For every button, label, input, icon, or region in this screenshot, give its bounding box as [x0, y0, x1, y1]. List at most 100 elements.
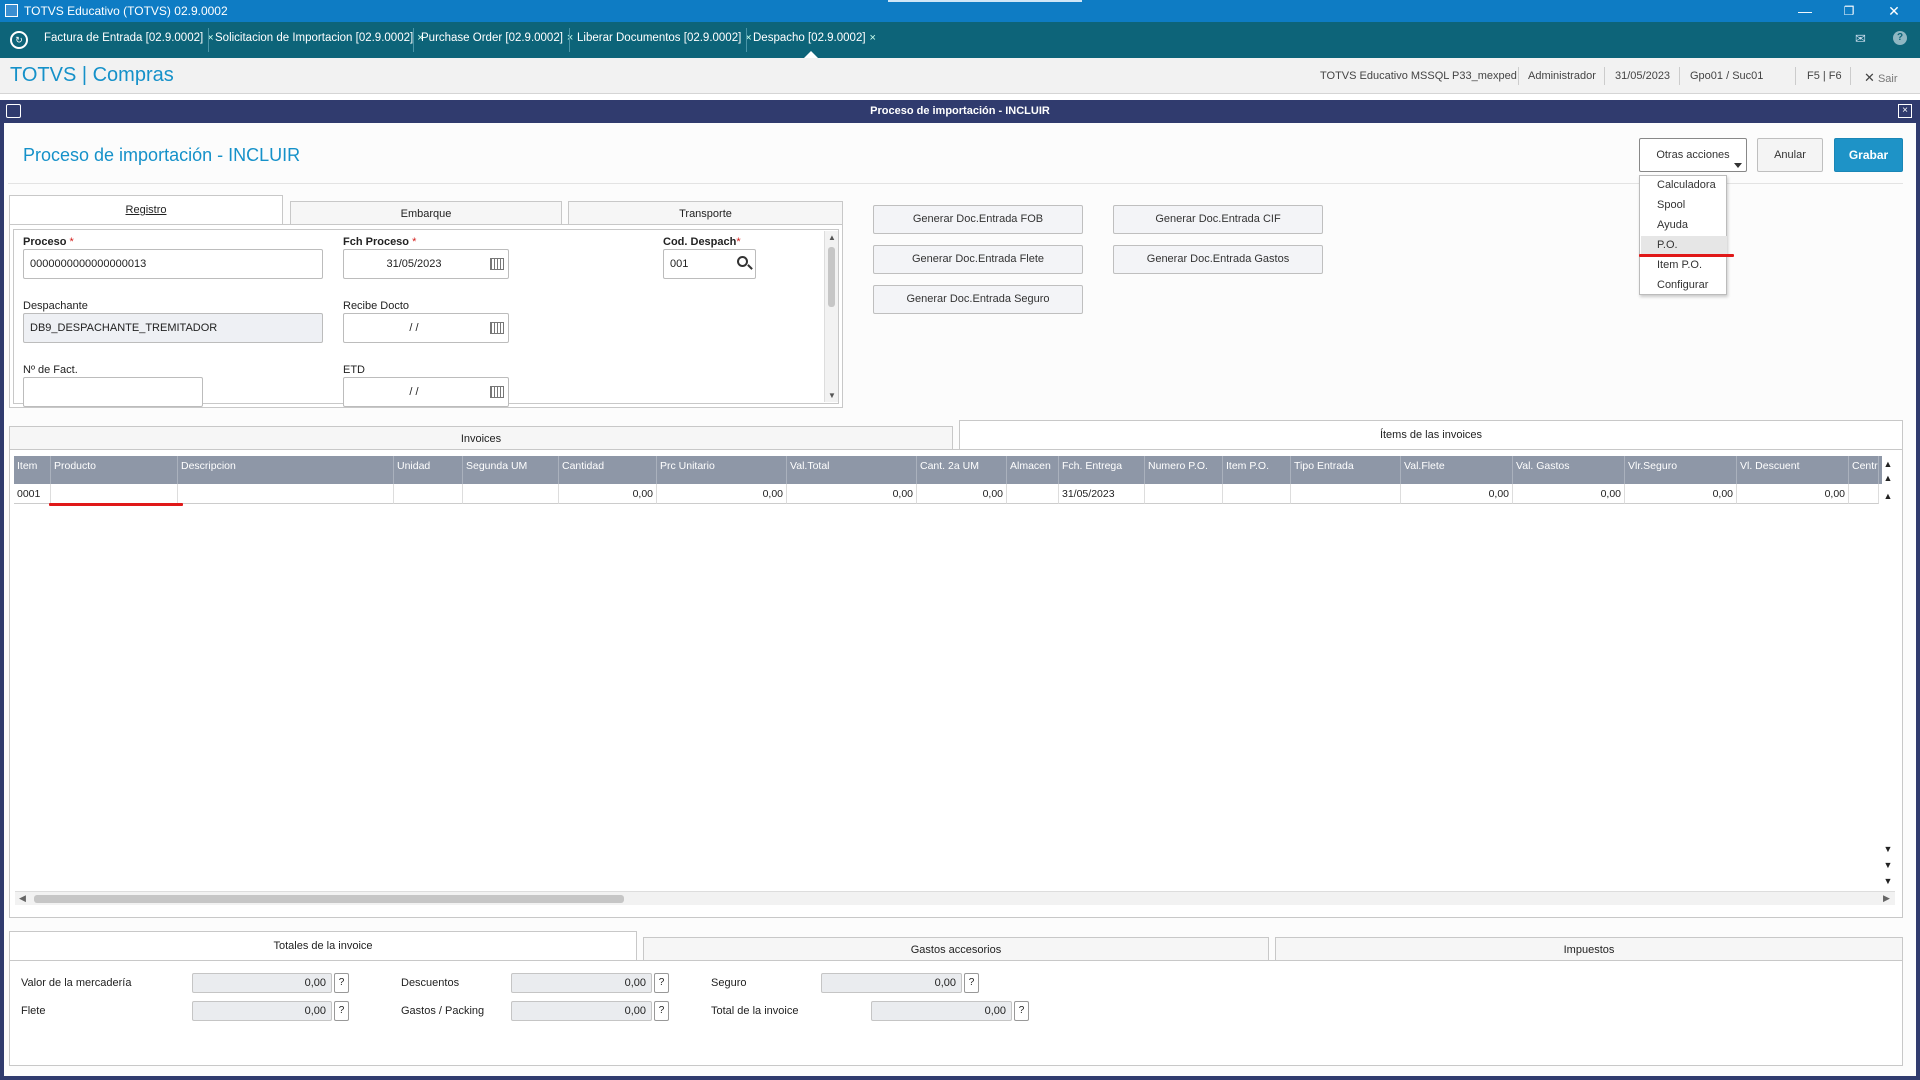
recibe-docto-input[interactable]: / /: [343, 313, 509, 343]
totvs-logo-icon[interactable]: ↻: [10, 31, 28, 49]
table-cell[interactable]: 0,00: [1625, 484, 1737, 504]
table-cell[interactable]: 0,00: [657, 484, 787, 504]
table-cell[interactable]: [463, 484, 559, 504]
valor-mercaderia-help-button[interactable]: ?: [334, 973, 349, 993]
grid-hscrollbar[interactable]: ◀ ▶: [15, 891, 1895, 905]
table-cell[interactable]: [51, 484, 178, 504]
column-header[interactable]: Tipo Entrada: [1291, 456, 1401, 484]
column-header[interactable]: Vl. Descuent: [1737, 456, 1849, 484]
column-header[interactable]: Segunda UM: [463, 456, 559, 484]
total-invoice-help-button[interactable]: ?: [1014, 1001, 1029, 1021]
scroll-down-icon[interactable]: ▼: [828, 391, 836, 400]
table-cell[interactable]: 0,00: [1513, 484, 1625, 504]
table-cell[interactable]: [1145, 484, 1223, 504]
gen-seguro-button[interactable]: Generar Doc.Entrada Seguro: [873, 285, 1083, 314]
tab-solicitacion-importacion[interactable]: Solicitacion de Importacion [02.9.0002] ×: [215, 32, 424, 44]
tab-purchase-order[interactable]: Purchase Order [02.9.0002] ×: [421, 32, 573, 44]
table-cell[interactable]: [178, 484, 394, 504]
grabar-button[interactable]: Grabar: [1834, 138, 1903, 172]
anular-button[interactable]: Anular: [1757, 138, 1823, 172]
column-header[interactable]: Cant. 2a UM: [917, 456, 1007, 484]
fch-proceso-input[interactable]: 31/05/2023: [343, 249, 509, 279]
exit-button[interactable]: ✕ Sair: [1864, 70, 1898, 86]
tab-totales[interactable]: Totales de la invoice: [9, 931, 637, 961]
column-header[interactable]: Val.Flete: [1401, 456, 1513, 484]
scroll-thumb[interactable]: [828, 247, 835, 307]
gen-fob-button[interactable]: Generar Doc.Entrada FOB: [873, 205, 1083, 234]
column-header[interactable]: Centr: [1849, 456, 1879, 484]
table-cell[interactable]: 0,00: [787, 484, 917, 504]
menu-item-spool[interactable]: Spool: [1641, 196, 1727, 216]
calendar-icon[interactable]: [490, 386, 504, 398]
column-header[interactable]: Item P.O.: [1223, 456, 1291, 484]
menu-item-ayuda[interactable]: Ayuda: [1641, 216, 1727, 236]
page-up-icon[interactable]: ▲: [1881, 472, 1895, 485]
close-icon[interactable]: ✕: [1874, 1, 1914, 21]
dialog-close-icon[interactable]: ×: [1898, 104, 1912, 118]
tab-gastos-accesorios[interactable]: Gastos accesorios: [643, 937, 1269, 961]
scroll-up-icon[interactable]: ▲: [828, 233, 836, 242]
gen-flete-button[interactable]: Generar Doc.Entrada Flete: [873, 245, 1083, 274]
gen-cif-button[interactable]: Generar Doc.Entrada CIF: [1113, 205, 1323, 234]
scroll-right-icon[interactable]: ▶: [1883, 893, 1890, 904]
tab-embarque[interactable]: Embarque: [290, 201, 562, 225]
column-header[interactable]: Vlr.Seguro: [1625, 456, 1737, 484]
table-cell[interactable]: 0001: [14, 484, 51, 504]
table-cell[interactable]: 0,00: [1737, 484, 1849, 504]
scroll-left-icon[interactable]: ◀: [19, 893, 26, 904]
calendar-icon[interactable]: [490, 322, 504, 334]
form-scrollbar[interactable]: ▲ ▼: [824, 231, 838, 402]
menu-item-item-po[interactable]: Item P.O.: [1641, 256, 1727, 276]
column-header[interactable]: Val.Total: [787, 456, 917, 484]
calendar-icon[interactable]: [490, 258, 504, 270]
table-cell[interactable]: 0,00: [559, 484, 657, 504]
search-icon[interactable]: [737, 256, 748, 267]
column-header[interactable]: Prc Unitario: [657, 456, 787, 484]
tab-despacho[interactable]: Despacho [02.9.0002] ×: [753, 32, 876, 44]
close-tab-icon[interactable]: ×: [870, 32, 876, 44]
table-cell[interactable]: [1007, 484, 1059, 504]
column-header[interactable]: Fch. Entrega: [1059, 456, 1145, 484]
menu-item-calculadora[interactable]: Calculadora: [1641, 176, 1727, 196]
column-header[interactable]: Almacen: [1007, 456, 1059, 484]
tab-registro[interactable]: Registro: [9, 195, 283, 225]
table-cell[interactable]: 0,00: [1401, 484, 1513, 504]
hscroll-thumb[interactable]: [34, 895, 624, 903]
cod-despach-input[interactable]: 001: [663, 249, 756, 279]
table-cell[interactable]: [1849, 484, 1879, 504]
descuentos-help-button[interactable]: ?: [654, 973, 669, 993]
nro-fact-input[interactable]: [23, 377, 203, 407]
gastos-packing-help-button[interactable]: ?: [654, 1001, 669, 1021]
tab-factura-entrada[interactable]: Factura de Entrada [02.9.0002] ×: [44, 32, 214, 44]
table-cell[interactable]: 0,00: [917, 484, 1007, 504]
column-header[interactable]: Descripcion: [178, 456, 394, 484]
menu-item-configurar[interactable]: Configurar: [1641, 276, 1727, 296]
column-header[interactable]: Val. Gastos: [1513, 456, 1625, 484]
seguro-help-button[interactable]: ?: [964, 973, 979, 993]
mail-icon[interactable]: ✉: [1855, 31, 1866, 47]
proceso-input[interactable]: 0000000000000000013: [23, 249, 323, 279]
column-header[interactable]: Numero P.O.: [1145, 456, 1223, 484]
restore-icon[interactable]: ❐: [1829, 1, 1869, 21]
otras-acciones-button[interactable]: Otras acciones: [1639, 138, 1747, 172]
column-header[interactable]: Producto: [51, 456, 178, 484]
table-cell[interactable]: [1291, 484, 1401, 504]
gen-gastos-button[interactable]: Generar Doc.Entrada Gastos: [1113, 245, 1323, 274]
tab-invoices[interactable]: Invoices: [9, 426, 953, 450]
etd-input[interactable]: / /: [343, 377, 509, 407]
scroll-top-icon[interactable]: ▲: [1881, 458, 1895, 471]
help-icon[interactable]: ?: [1893, 31, 1907, 45]
scroll-bottom-icon[interactable]: ▼: [1881, 875, 1895, 888]
minimize-icon[interactable]: —: [1785, 1, 1825, 21]
menu-item-po[interactable]: P.O.: [1641, 236, 1727, 256]
table-cell[interactable]: 31/05/2023: [1059, 484, 1145, 504]
scroll-down-icon[interactable]: ▼: [1881, 843, 1895, 856]
column-header[interactable]: Unidad: [394, 456, 463, 484]
tab-impuestos[interactable]: Impuestos: [1275, 937, 1903, 961]
table-cell[interactable]: [394, 484, 463, 504]
flete-help-button[interactable]: ?: [334, 1001, 349, 1021]
tab-items-invoices[interactable]: Ítems de las invoices: [959, 420, 1903, 450]
scroll-up-icon[interactable]: ▲: [1881, 490, 1895, 503]
column-header[interactable]: Item: [14, 456, 51, 484]
column-header[interactable]: Cantidad: [559, 456, 657, 484]
